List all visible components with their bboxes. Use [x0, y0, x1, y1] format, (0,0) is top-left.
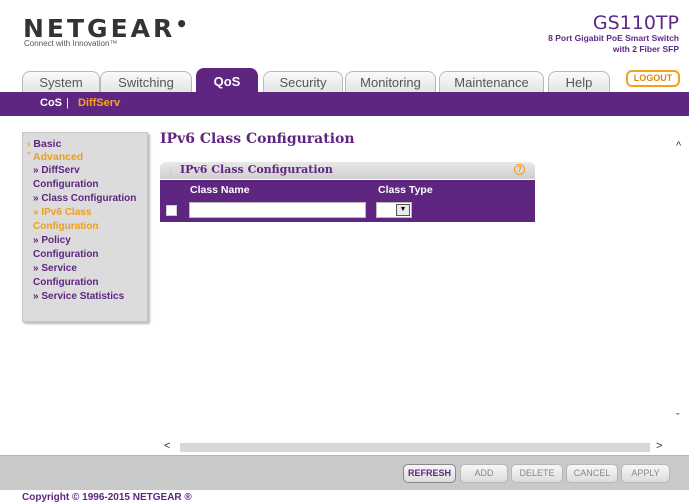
subnav-diffserv[interactable]: DiffServ — [78, 97, 120, 109]
sidebar-advanced[interactable]: ˇ Advanced — [27, 151, 143, 164]
cancel-button[interactable]: CANCEL — [566, 464, 618, 483]
subnav-cos[interactable]: CoS — [40, 97, 62, 109]
class-type-select[interactable]: ▼ — [376, 202, 412, 218]
refresh-button[interactable]: REFRESH — [403, 464, 456, 483]
tab-system[interactable]: System — [22, 71, 100, 93]
logout-button[interactable]: LOGOUT — [626, 70, 680, 87]
scroll-right-icon[interactable]: > — [656, 440, 662, 452]
scroll-up-icon[interactable]: ^ — [676, 140, 681, 152]
tab-qos[interactable]: QoS — [196, 68, 258, 94]
sidebar-item-ipv6-class-configuration[interactable]: » IPv6 Class Configuration — [27, 206, 143, 234]
action-bar: REFRESH ADD DELETE CANCEL APPLY — [0, 455, 689, 490]
model-description: 8 Port Gigabit PoE Smart Switch — [548, 33, 679, 43]
panel-header: ⋮ IPv6 Class Configuration ? — [160, 162, 535, 179]
delete-button[interactable]: DELETE — [511, 464, 563, 483]
subnav-separator: | — [66, 97, 69, 109]
tab-monitoring[interactable]: Monitoring — [345, 71, 436, 93]
model-name: GS110TP — [592, 12, 679, 34]
horizontal-scrollbar[interactable]: < > — [160, 440, 673, 454]
grip-icon: ⋮ — [167, 166, 175, 175]
scroll-down-icon[interactable]: ˇ — [676, 412, 680, 424]
scrollbar-track[interactable] — [180, 443, 650, 452]
column-header-class-type: Class Type — [378, 184, 433, 196]
sidebar-item-policy-configuration[interactable]: » Policy Configuration — [27, 234, 143, 262]
page-title: IPv6 Class Configuration — [160, 131, 355, 147]
tab-help[interactable]: Help — [548, 71, 610, 93]
chevron-down-icon[interactable]: ▼ — [396, 204, 410, 216]
tab-security[interactable]: Security — [263, 71, 343, 93]
model-info: GS110TP 8 Port Gigabit PoE Smart Switch … — [548, 13, 679, 55]
vertical-scrollbar[interactable]: ^ ˇ — [673, 126, 689, 440]
tab-switching[interactable]: Switching — [100, 71, 192, 93]
help-icon[interactable]: ? — [514, 164, 525, 175]
tab-maintenance[interactable]: Maintenance — [439, 71, 544, 93]
sidebar-item-class-configuration[interactable]: » Class Configuration — [27, 192, 143, 206]
copyright: Copyright © 1996-2015 NETGEAR ® — [22, 492, 192, 502]
panel-title: IPv6 Class Configuration — [180, 163, 333, 176]
sidebar-basic[interactable]: › Basic — [27, 138, 143, 151]
sub-navigation: CoS | DiffServ — [0, 92, 689, 116]
tagline: Connect with Innovation™ — [24, 39, 118, 48]
main-content: IPv6 Class Configuration ⋮ IPv6 Class Co… — [160, 126, 660, 436]
column-header-class-name: Class Name — [190, 184, 250, 196]
scroll-left-icon[interactable]: < — [164, 440, 170, 452]
class-name-input[interactable] — [189, 202, 366, 218]
sidebar-item-service-statistics[interactable]: » Service Statistics — [27, 290, 143, 304]
main-tabs: System Switching QoS Security Monitoring… — [0, 62, 689, 94]
sidebar-item-diffserv-configuration[interactable]: » DiffServ Configuration — [27, 164, 143, 192]
model-description-2: with 2 Fiber SFP — [612, 44, 679, 54]
sidebar: › Basic ˇ Advanced » DiffServ Configurati… — [22, 132, 148, 322]
header: NETGEAR• Connect with Innovation™ GS110T… — [0, 0, 689, 60]
apply-button[interactable]: APPLY — [621, 464, 670, 483]
class-table: Class Name Class Type ▼ — [160, 180, 535, 222]
add-button[interactable]: ADD — [460, 464, 508, 483]
sidebar-item-service-configuration[interactable]: » Service Configuration — [27, 262, 143, 290]
row-select-checkbox[interactable] — [166, 205, 177, 216]
